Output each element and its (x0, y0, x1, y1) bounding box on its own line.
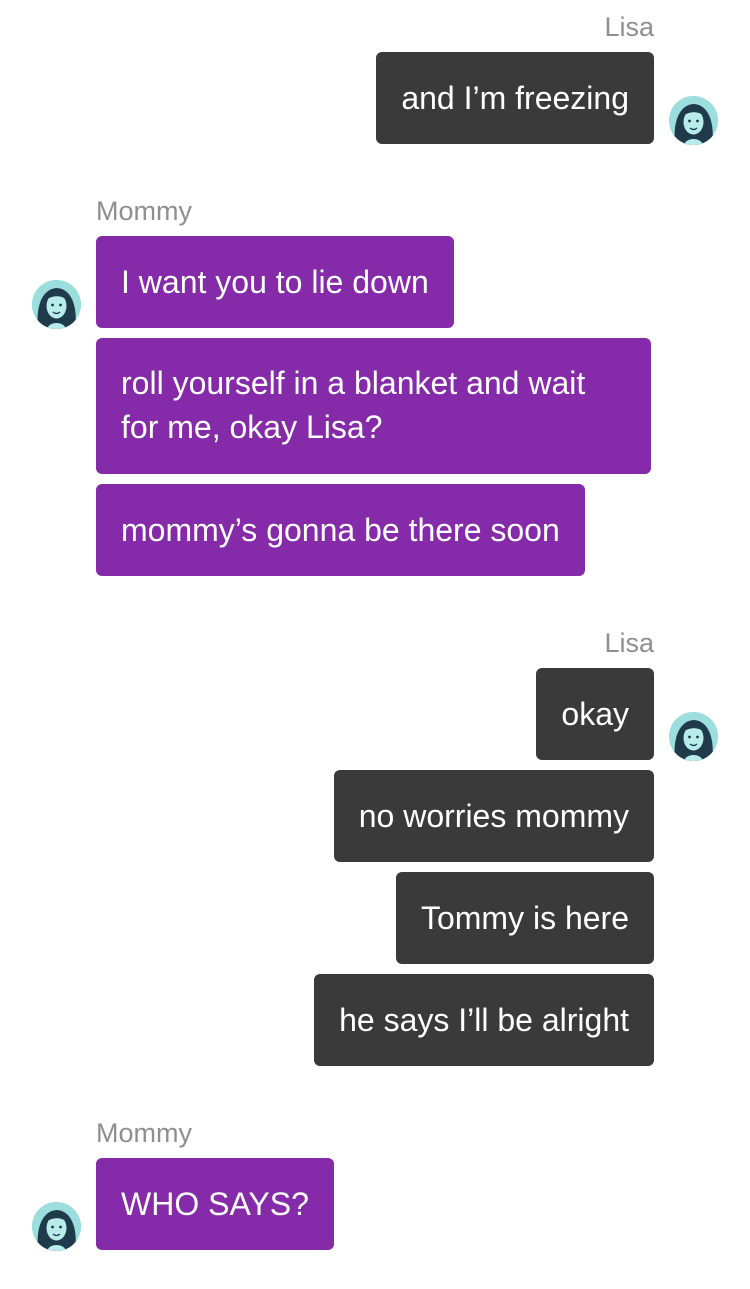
message-bubble-incoming[interactable]: roll yourself in a blanket and wait for … (96, 338, 651, 474)
sender-name-mommy: Mommy (96, 196, 192, 226)
woman-portrait-icon (32, 280, 81, 329)
message-bubble-outgoing[interactable]: no worries mommy (333, 770, 654, 862)
message-bubble-outgoing[interactable]: Tommy is here (395, 872, 654, 964)
woman-portrait-icon (32, 1202, 81, 1251)
message-bubble-outgoing[interactable]: and I’m freezing (376, 52, 654, 144)
woman-portrait-icon (669, 96, 718, 145)
woman-portrait-icon (669, 712, 718, 761)
avatar-lisa[interactable] (669, 712, 718, 761)
avatar-lisa[interactable] (669, 96, 718, 145)
avatar-mommy[interactable] (32, 1202, 81, 1251)
message-bubble-incoming[interactable]: WHO SAYS? (96, 1158, 334, 1250)
avatar-mommy[interactable] (32, 280, 81, 329)
message-bubble-incoming[interactable]: mommy’s gonna be there soon (96, 484, 585, 576)
message-bubble-outgoing[interactable]: he says I’ll be alright (314, 974, 654, 1066)
message-bubble-outgoing[interactable]: okay (536, 668, 654, 760)
sender-name-mommy: Mommy (96, 1118, 192, 1148)
sender-name-lisa: Lisa (604, 12, 654, 42)
sender-name-lisa: Lisa (604, 628, 654, 658)
message-bubble-incoming[interactable]: I want you to lie down (96, 236, 454, 328)
